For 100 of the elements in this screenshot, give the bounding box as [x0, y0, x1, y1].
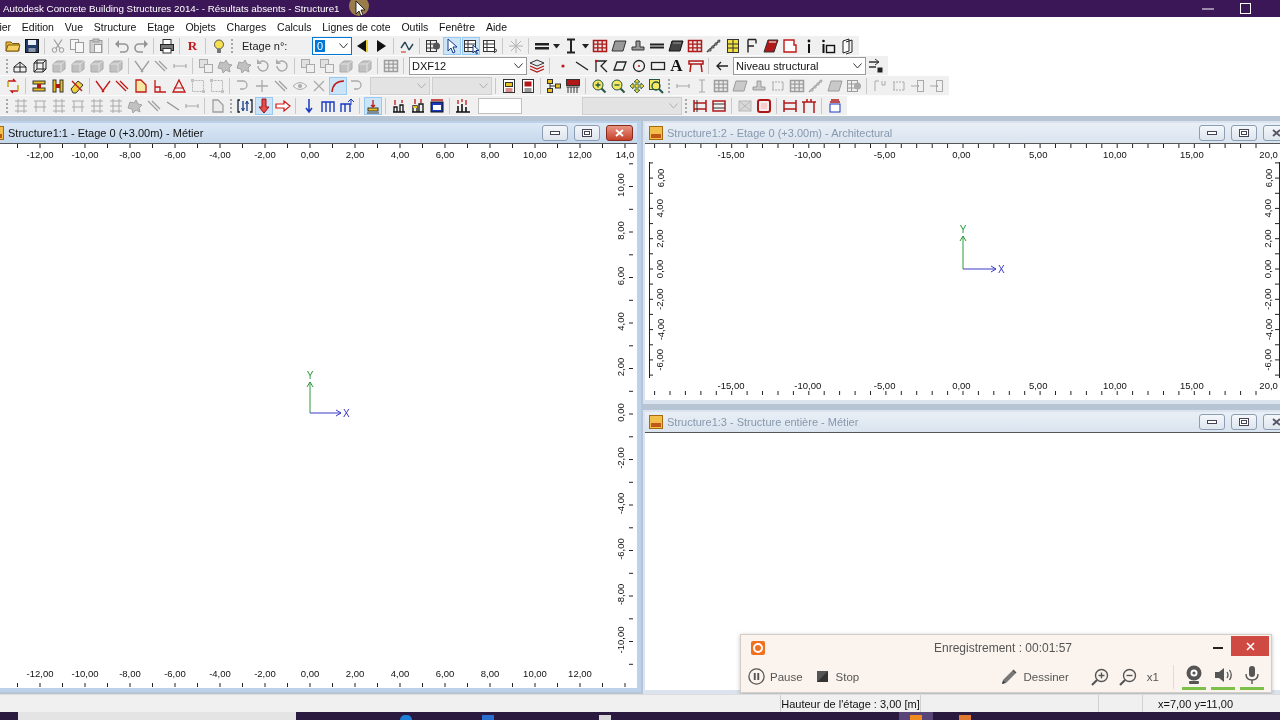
ruler-label: -6,00	[164, 668, 186, 679]
menu-item[interactable]: Lignes de cote	[316, 20, 396, 33]
hatched-block-icon[interactable]	[563, 76, 582, 95]
ruler-label: 8,00	[480, 149, 500, 160]
ruler-label: 0,00	[952, 149, 971, 160]
stop-button[interactable]: Stop	[816, 670, 860, 683]
ruler-label: 0,00	[300, 668, 320, 679]
ruler-label: -5,00	[873, 380, 896, 391]
menu-item[interactable]: Charges	[221, 20, 272, 33]
support-load-icon[interactable]	[363, 96, 382, 115]
close-icon	[615, 129, 624, 137]
load-panel-icon[interactable]	[427, 96, 446, 115]
letter-r-button[interactable]: R	[183, 36, 202, 55]
maximize-icon	[582, 129, 592, 137]
ruler-label: -4,00	[209, 668, 231, 679]
close-button[interactable]	[606, 125, 633, 141]
menu-item[interactable]: ier	[0, 20, 17, 33]
text-tool-button[interactable]: A	[667, 56, 686, 75]
ruler-label: -6,00	[654, 348, 666, 371]
microphone-icon	[1242, 665, 1262, 685]
close-icon	[1245, 641, 1255, 651]
taskbar-app-icon[interactable]	[400, 715, 412, 720]
bracketed-arrows-icon[interactable]	[235, 96, 254, 115]
pause-button[interactable]: Pause	[748, 668, 803, 685]
ruler-label: 8,00	[480, 668, 500, 679]
menu-item[interactable]: Etage	[141, 20, 181, 33]
menu-item[interactable]: Calculs	[271, 20, 317, 33]
recording-status: Enregistrement : 00:01:57	[932, 641, 1074, 655]
ruler-label: -12,00	[26, 149, 54, 160]
ruler-label: -2,00	[254, 668, 276, 679]
webcam-icon	[1184, 665, 1204, 685]
ruler-label: 10,00	[1103, 380, 1127, 391]
draw-button[interactable]: Dessiner	[1000, 667, 1069, 686]
zoom-window-icon[interactable]	[646, 76, 665, 95]
dropdown[interactable]: DXF12	[409, 56, 527, 75]
table-cursor-icon[interactable]	[461, 36, 480, 55]
toolbar-input-field[interactable]	[478, 97, 522, 114]
minimize-button[interactable]	[542, 125, 568, 141]
dropdown[interactable]: Niveau structural	[733, 56, 866, 75]
ruler-label: -2,00	[654, 288, 666, 311]
ruler-label: 14,0	[615, 149, 635, 160]
taskbar-app-button[interactable]	[899, 712, 933, 720]
wireframe-box-icon[interactable]	[30, 56, 49, 75]
ruler-label: 4,00	[614, 312, 626, 331]
arc-icon[interactable]	[328, 76, 347, 95]
zoom-in-icon[interactable]	[589, 76, 608, 95]
slab-icon[interactable]	[761, 36, 780, 55]
maximize-button[interactable]	[1231, 125, 1257, 141]
axis-label: X	[998, 263, 1005, 275]
ruler-label: -8,00	[614, 583, 626, 606]
load-bars-icon[interactable]	[453, 96, 472, 115]
window-title: Structure1:2 - Etage 0 (+3.00m) - Architectural	[667, 127, 893, 139]
node-tree-icon[interactable]	[544, 76, 563, 95]
ruler-label: -6,00	[1262, 348, 1274, 371]
level-settings-icon[interactable]	[866, 56, 885, 75]
menu-item[interactable]: Objets	[180, 20, 222, 33]
stop-icon	[816, 671, 828, 682]
maximize-button[interactable]	[1231, 414, 1257, 430]
zoom-out-icon[interactable]	[1118, 667, 1137, 686]
ruler-label: 20,0	[1259, 149, 1278, 160]
menu-item[interactable]: Edition	[16, 20, 60, 33]
minimize-button[interactable]	[1199, 414, 1225, 430]
document-icon	[649, 126, 663, 140]
window-title: Structure1:1 - Etage 0 (+3.00m) - Métier	[8, 127, 204, 139]
menu-item[interactable]: Aide	[480, 20, 513, 33]
ruler-label: -10,00	[794, 380, 822, 391]
microphone-button[interactable]	[1240, 663, 1264, 690]
ruler-label: 4,00	[654, 199, 666, 218]
printer-icon[interactable]	[157, 36, 176, 55]
webcam-button[interactable]	[1182, 663, 1206, 690]
ruler-label: 5,00	[1028, 380, 1048, 391]
taskbar-search-field[interactable]	[18, 712, 296, 720]
menu-item[interactable]: Vue	[59, 20, 89, 33]
ruler-label: -10,00	[794, 149, 822, 160]
minimize-button[interactable]	[1199, 125, 1225, 141]
dropdown[interactable]: 0	[312, 36, 352, 55]
drawing-canvas[interactable]: -15,00 -10,00 -5,00 0,00 5,00 10,00 15,00 20,0 -15,00 -10,00 -5,00 0,00 5,00 10,00 15,00 20,0 6,00 4,00 2,00 0,00 -2,00 -4,00 -6,00 6,00 4,00 2,00 0,00 -2,00 -4,00 -6,00 Y X	[645, 143, 1280, 400]
ruler-label: -2,00	[614, 447, 626, 469]
layers-icon[interactable]	[527, 56, 546, 75]
maximize-icon[interactable]	[1240, 3, 1251, 14]
menu-item[interactable]: Structure	[88, 20, 142, 33]
maximize-button[interactable]	[574, 125, 600, 141]
portal-frame-arrow-icon[interactable]	[337, 96, 356, 115]
pan-arrows-icon[interactable]	[627, 76, 646, 95]
caret-icon	[417, 82, 426, 89]
ruler-label: 0,00	[614, 403, 626, 422]
axis-label: X	[343, 407, 350, 419]
window-title: Structure1:3 - Structure entière - Métier	[667, 416, 859, 428]
caret-icon	[514, 62, 523, 69]
menu-item[interactable]: Outils	[396, 20, 434, 33]
ruler-label: 6,00	[614, 266, 626, 286]
frame-icon[interactable]	[799, 96, 818, 115]
stair-icon[interactable]	[704, 36, 723, 55]
zoom-in-icon[interactable]	[1090, 667, 1109, 686]
zoom-out-icon[interactable]	[608, 76, 627, 95]
menu-item[interactable]: Fenêtre	[433, 20, 481, 33]
ruler-label: -4,00	[1262, 318, 1274, 341]
box-icon[interactable]	[754, 96, 773, 115]
cursor-icon[interactable]	[442, 36, 461, 55]
ruler-label: 6,00	[435, 668, 455, 679]
